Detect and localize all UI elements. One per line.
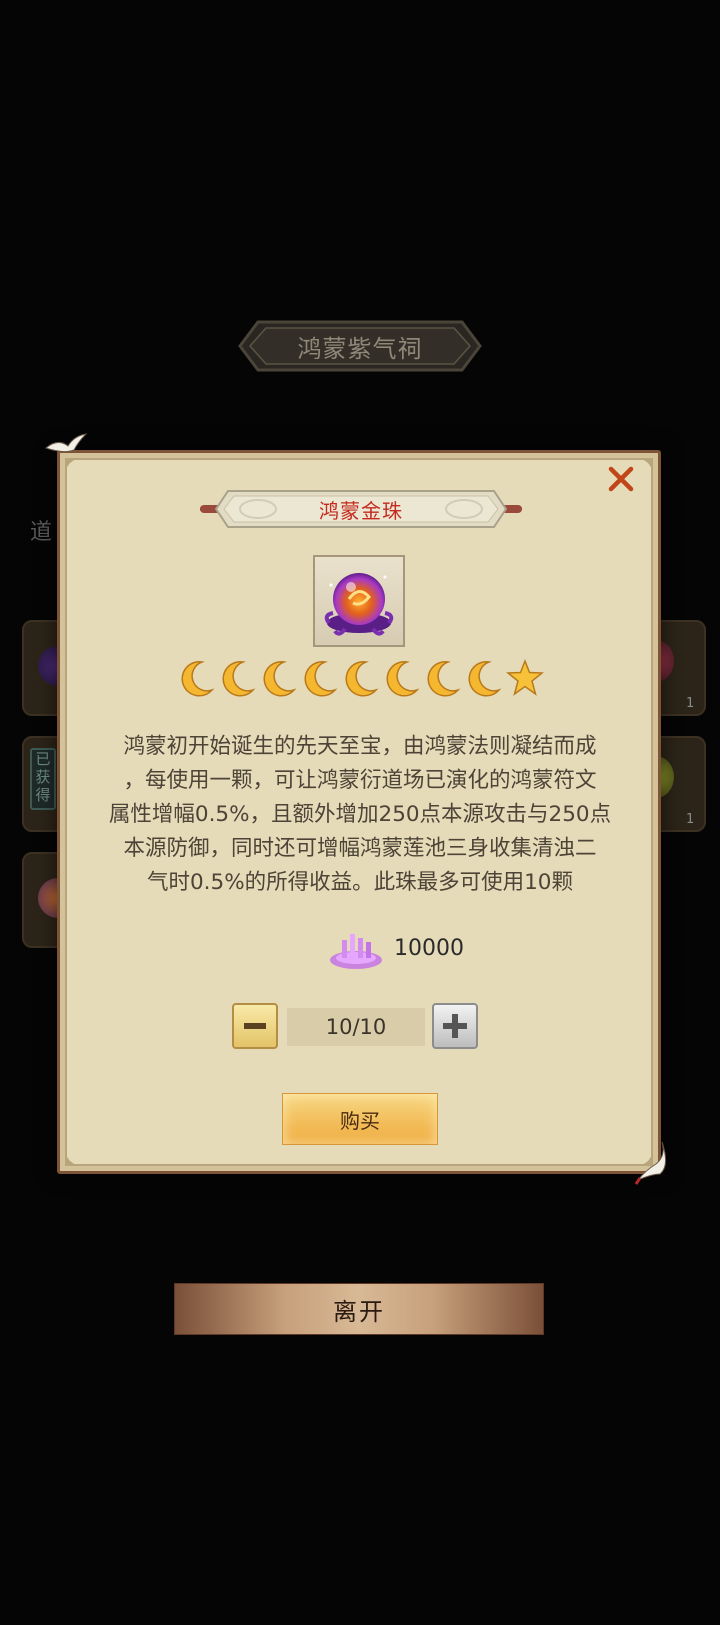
corner-ornament	[65, 1154, 77, 1166]
price-row: 10000	[328, 926, 464, 970]
item-description: 鸿蒙初开始诞生的先天至宝，由鸿蒙法则凝结而成 ，每使用一颗，可让鸿蒙衍道场已演化…	[108, 734, 612, 895]
leave-button[interactable]: 离开	[174, 1283, 544, 1335]
item-icon-frame	[313, 555, 405, 647]
moon-icon	[427, 661, 461, 697]
close-button[interactable]	[604, 462, 638, 496]
item-name: 鸿蒙金珠	[319, 498, 403, 523]
close-x-icon	[608, 466, 634, 492]
moon-icon	[345, 661, 379, 697]
side-label: 道	[30, 520, 53, 545]
obtained-badge: 已获得	[30, 748, 56, 810]
scene-title-plaque: 鸿蒙紫气祠	[238, 318, 482, 374]
swallow-ornament-icon	[44, 433, 88, 453]
moon-icon	[304, 661, 338, 697]
purple-crystal-icon	[330, 934, 382, 969]
moon-icon	[222, 661, 256, 697]
item-count: 1	[686, 696, 695, 711]
star-icon	[506, 658, 544, 696]
moon-icon	[263, 661, 297, 697]
price-amount: 10000	[394, 935, 464, 961]
corner-ornament	[65, 458, 77, 470]
quantity-field[interactable]: 10/10	[287, 1008, 425, 1046]
corner-ornament	[641, 458, 653, 470]
minus-icon	[244, 1023, 266, 1029]
moon-icon	[181, 661, 215, 697]
item-count: 1	[686, 812, 695, 827]
scene-title: 鸿蒙紫气祠	[297, 334, 423, 363]
quantity-plus-button[interactable]	[432, 1003, 478, 1049]
rank-stars	[178, 658, 544, 698]
moon-icon	[386, 661, 420, 697]
swallow-ornament-icon	[634, 1141, 666, 1185]
moon-icon	[468, 661, 502, 697]
item-title-banner: 鸿蒙金珠	[198, 488, 524, 530]
quantity-minus-button[interactable]	[232, 1003, 278, 1049]
plus-icon	[443, 1014, 467, 1038]
purple-orb-icon	[324, 573, 394, 636]
buy-button[interactable]: 购买	[282, 1093, 438, 1145]
